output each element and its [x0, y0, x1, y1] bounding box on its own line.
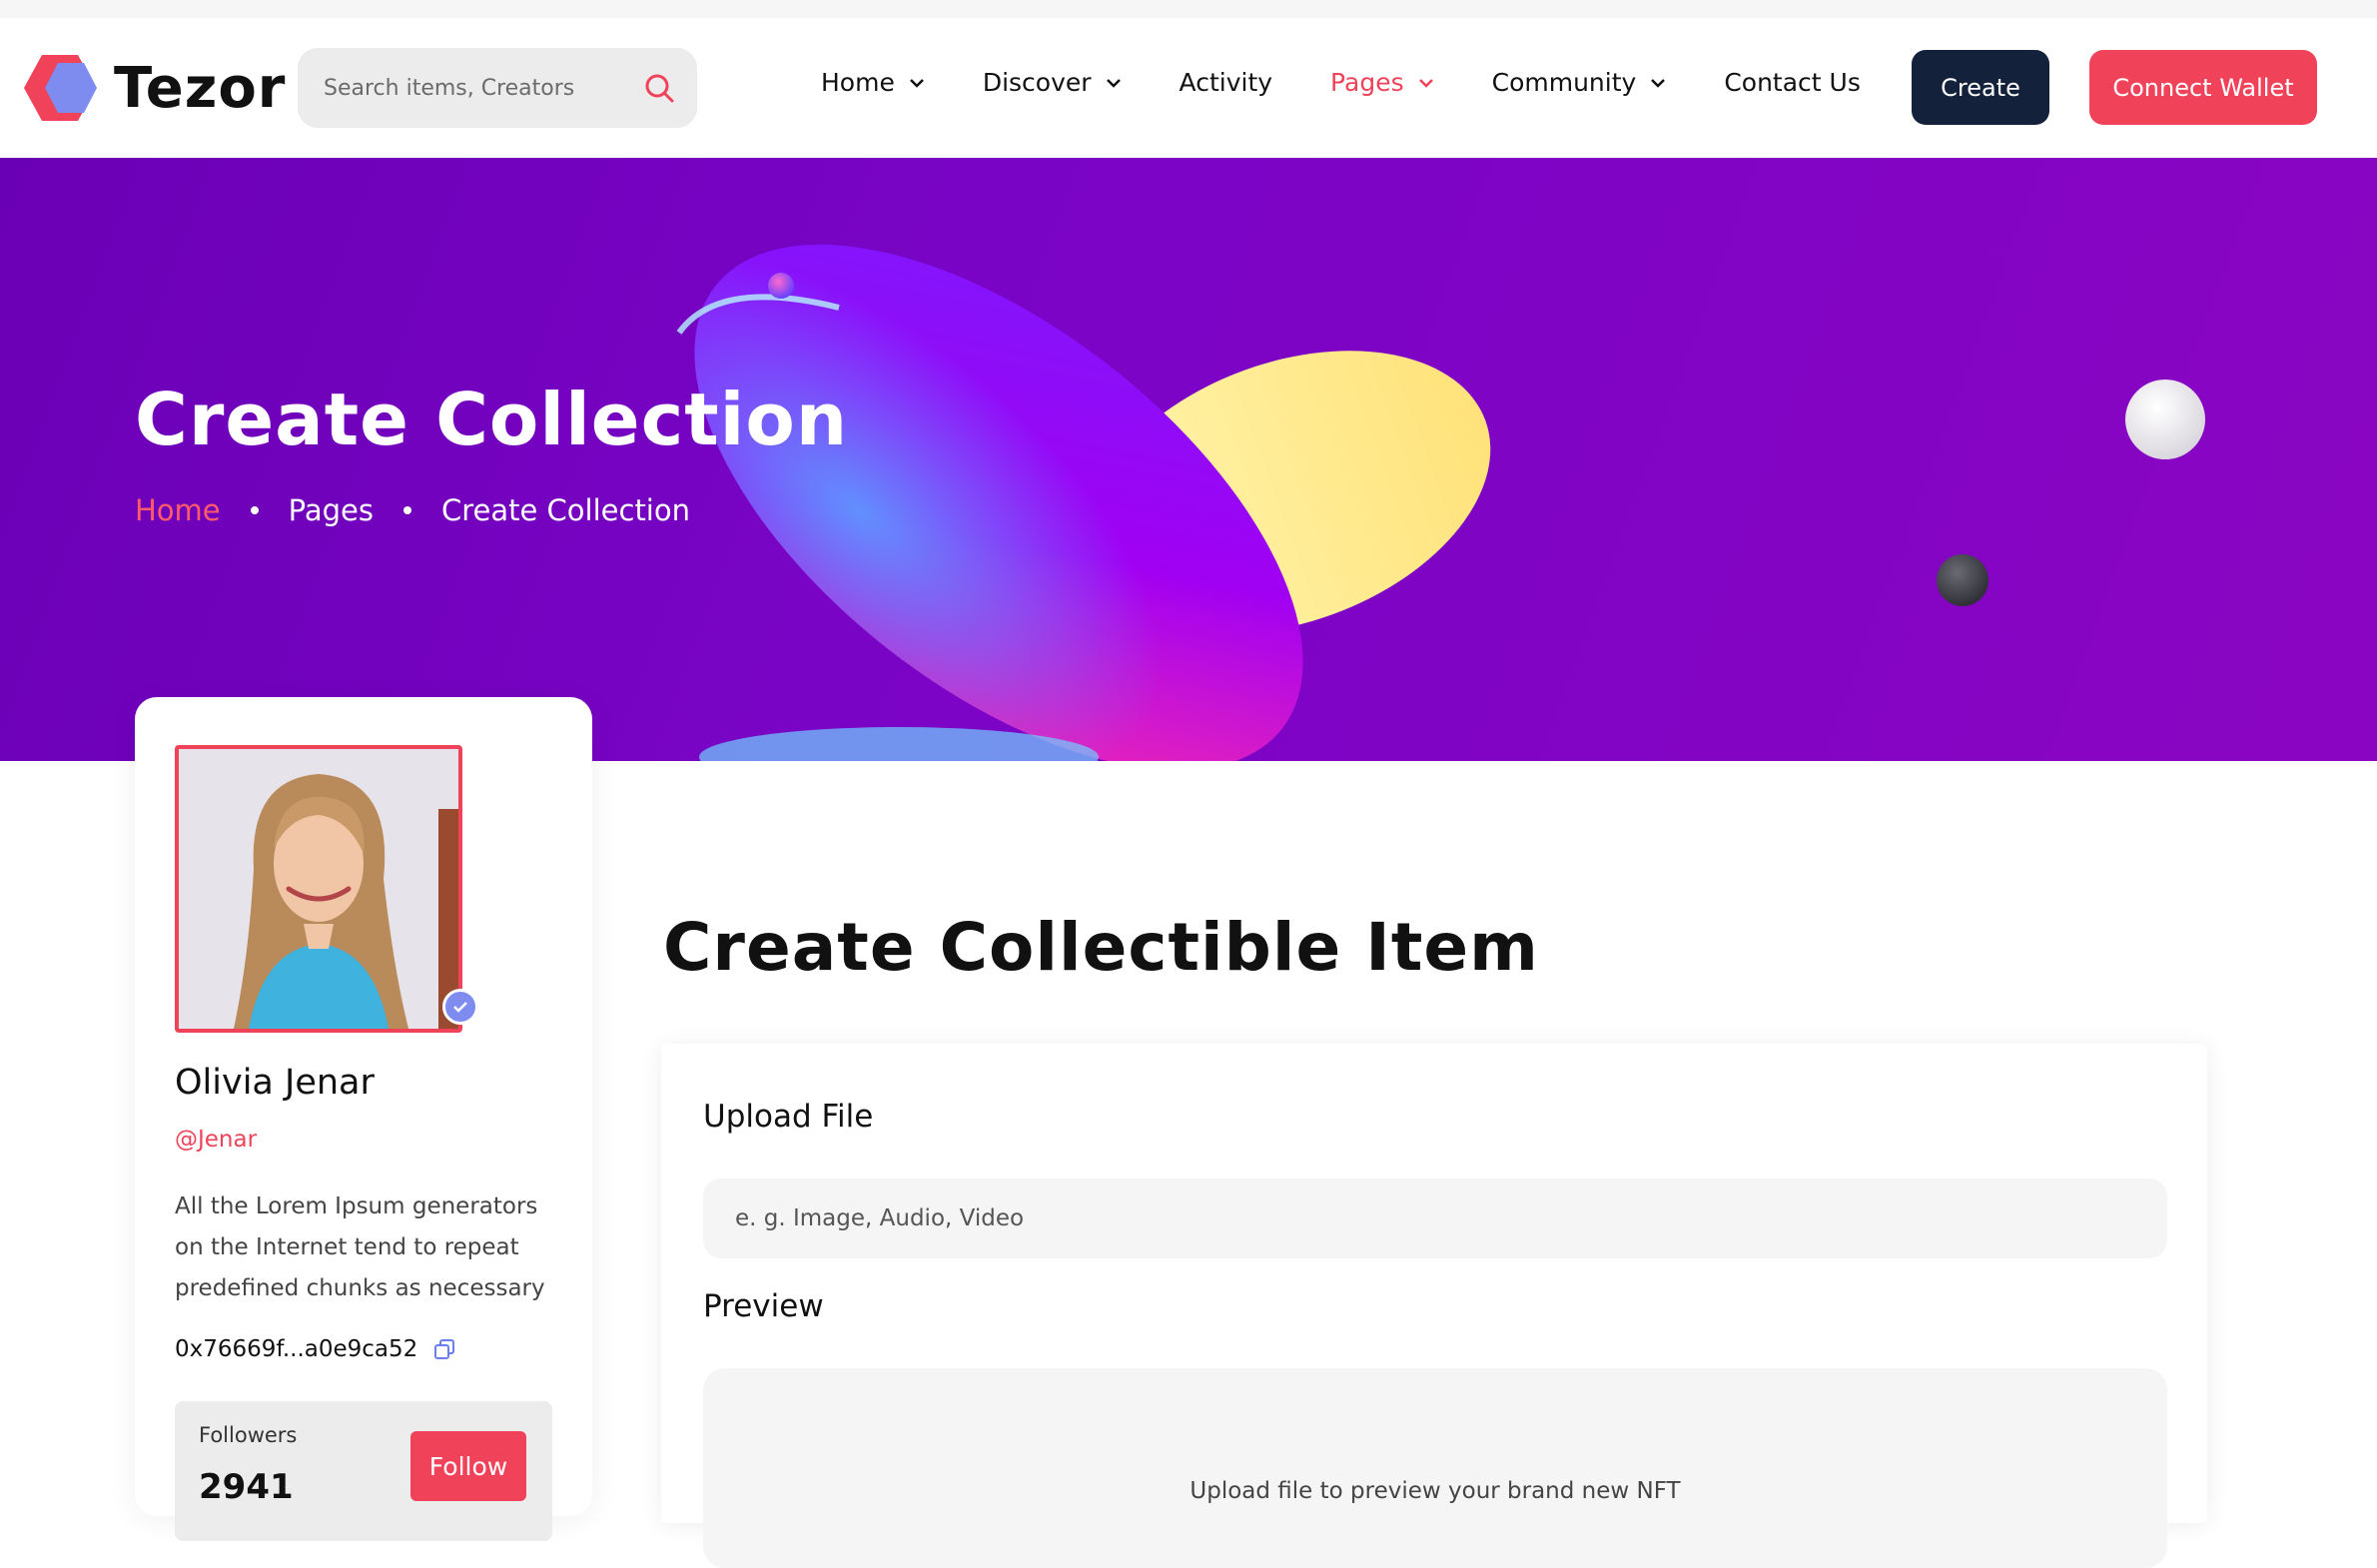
form-title: Create Collectible Item	[663, 909, 1539, 986]
chevron-down-icon	[1106, 78, 1121, 88]
wallet-address-text: 0x76669f...a0e9ca52	[175, 1336, 418, 1362]
hero-banner: Create Collection Home Pages Create Coll…	[0, 158, 2377, 761]
profile-bio: All the Lorem Ipsum generators on the In…	[175, 1193, 545, 1301]
breadcrumb-separator	[402, 506, 411, 514]
logo-icon	[24, 55, 97, 121]
nav-label: Contact Us	[1724, 68, 1861, 97]
followers-panel: Followers 2941 Follow	[175, 1401, 552, 1541]
followers-label: Followers	[199, 1423, 298, 1447]
nav-label: Pages	[1330, 68, 1404, 97]
followers-count: 2941	[199, 1467, 294, 1507]
breadcrumb-current: Create Collection	[440, 493, 690, 527]
brand-logo[interactable]: Tezor	[22, 53, 286, 123]
chevron-down-icon	[1651, 78, 1666, 88]
avatar-image	[179, 749, 458, 1029]
create-item-form: Upload File Preview Upload file to previ…	[661, 1044, 2207, 1568]
profile-name: Olivia Jenar	[175, 1063, 375, 1103]
wallet-address: 0x76669f...a0e9ca52	[175, 1336, 455, 1362]
connect-wallet-button[interactable]: Connect Wallet	[2089, 50, 2317, 125]
create-button[interactable]: Create	[1912, 50, 2049, 125]
page-title: Create Collection	[135, 378, 849, 461]
site-header: Tezor Home Discover Activity Pages Commu…	[0, 18, 2377, 158]
profile-card: Olivia Jenar @Jenar All the Lorem Ipsum …	[135, 697, 592, 1541]
breadcrumb-home-link[interactable]: Home	[135, 493, 221, 527]
nav-label: Home	[821, 68, 895, 97]
search-icon[interactable]	[643, 72, 675, 108]
copy-icon[interactable]	[433, 1338, 455, 1360]
breadcrumb-pages-link[interactable]: Pages	[289, 493, 374, 527]
verified-check-icon	[442, 989, 478, 1025]
avatar[interactable]	[175, 745, 462, 1033]
profile-handle[interactable]: @Jenar	[175, 1127, 257, 1153]
nav-label: Community	[1491, 68, 1637, 97]
follow-button[interactable]: Follow	[410, 1431, 526, 1501]
preview-box: Upload file to preview your brand new NF…	[703, 1368, 2167, 1568]
nav-item-home[interactable]: Home	[821, 68, 925, 97]
nav-item-activity[interactable]: Activity	[1180, 68, 1273, 97]
nav-item-pages[interactable]: Pages	[1330, 68, 1434, 97]
brand-name: Tezor	[114, 55, 287, 121]
search-bar	[298, 48, 697, 128]
upload-file-field[interactable]	[703, 1178, 2167, 1258]
upload-file-label: Upload File	[703, 1099, 874, 1135]
nav-item-community[interactable]: Community	[1492, 68, 1667, 97]
chevron-down-icon	[1418, 78, 1433, 88]
nav-item-discover[interactable]: Discover	[983, 68, 1122, 97]
upload-file-input[interactable]	[735, 1205, 1734, 1231]
breadcrumb-separator	[250, 506, 259, 514]
nav-item-contact-us[interactable]: Contact Us	[1724, 68, 1861, 97]
main-nav: Home Discover Activity Pages Community C…	[821, 68, 1919, 97]
search-input[interactable]	[324, 75, 623, 101]
breadcrumb: Home Pages Create Collection	[135, 493, 690, 527]
preview-hint: Upload file to preview your brand new NF…	[1189, 1478, 1681, 1504]
nav-label: Activity	[1179, 68, 1273, 97]
top-strip	[0, 0, 2377, 18]
nav-label: Discover	[982, 68, 1092, 97]
preview-label: Preview	[703, 1288, 824, 1324]
chevron-down-icon	[909, 78, 924, 88]
